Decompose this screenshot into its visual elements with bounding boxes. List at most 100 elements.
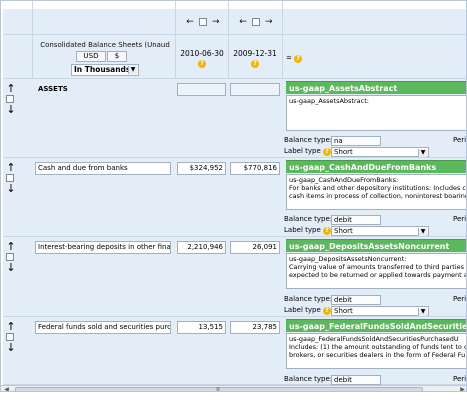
label-type-label: Label type xyxy=(284,226,321,234)
move-row-up-button[interactable]: ↑ xyxy=(4,241,18,252)
select-row-checkbox[interactable] xyxy=(6,333,14,341)
value-cell-period-2[interactable]: $770,816 xyxy=(230,162,280,175)
description-line: us-gaap_DepositsAssetsNoncurrent: xyxy=(289,255,407,263)
period-type-label: Peric xyxy=(453,136,467,144)
description-line: Includes: (1) the amount outstanding of … xyxy=(289,343,467,351)
chevron-down-icon: ▼ xyxy=(418,228,427,236)
concept-description: us-gaap_CashAndDueFromBanks: For banks a… xyxy=(286,174,467,210)
period-1-header: 2010-06-30 ? xyxy=(177,49,227,68)
statement-title: Consolidated Balance Sheets (Unaud xyxy=(40,41,170,49)
scale-dropdown[interactable]: In Thousands ▼ xyxy=(71,64,139,76)
concept-name: us-gaap_DepositsAssetsNoncurrent xyxy=(286,239,466,252)
balance-type-label: Balance type: xyxy=(284,136,333,144)
row-label[interactable]: Federal funds sold and securities purcha xyxy=(35,321,171,334)
help-icon[interactable]: ? xyxy=(251,60,259,68)
label-type-value: Short xyxy=(334,307,353,315)
value-cell-period-1[interactable]: 13,515 xyxy=(177,321,226,334)
label-type-row: Label type ?: xyxy=(284,306,333,315)
period-type-label: Peric xyxy=(453,215,467,223)
select-row-checkbox[interactable] xyxy=(6,174,14,182)
value-cell-period-1[interactable]: $324,952 xyxy=(177,162,226,175)
description-line: brokers, or securities dealers in the fo… xyxy=(289,351,466,359)
label-type-value: Short xyxy=(334,148,353,156)
label-type-value: Short xyxy=(334,227,353,235)
help-icon[interactable]: ? xyxy=(198,60,206,68)
label-type-label: Label type xyxy=(284,306,321,314)
equals-symbol: = xyxy=(286,54,292,62)
chevron-down-icon: ▼ xyxy=(128,66,137,74)
balance-type-field[interactable]: debit xyxy=(331,375,381,385)
period-2-header: 2009-12-31 ? xyxy=(230,49,280,68)
chevron-down-icon: ▼ xyxy=(418,149,427,157)
row-controls: ↑ ↓ xyxy=(4,321,18,353)
concept-name: us-gaap_CashAndDueFromBanks xyxy=(286,160,466,173)
concept-name: us-gaap_FederalFundsSoldAndSecuritiesPur… xyxy=(286,319,466,332)
move-row-down-button[interactable]: ↓ xyxy=(4,262,18,273)
balance-type-field[interactable]: debit xyxy=(331,215,381,225)
label-type-label: Label type xyxy=(284,147,321,155)
row-controls: ↑ ↓ xyxy=(4,162,18,194)
row-label[interactable]: Cash and due from banks xyxy=(35,162,171,175)
period-type-label: Peric xyxy=(453,375,467,383)
move-row-down-button[interactable]: ↓ xyxy=(4,183,18,194)
horizontal-scrollbar[interactable]: ◀ ||| ▶ xyxy=(1,385,466,391)
balance-sheet-editor: ← → ← → Consolidated Balance Sheets (Una… xyxy=(0,0,467,392)
scrollbar-thumb[interactable]: ||| xyxy=(15,387,423,391)
description-line: us-gaap_FederalFundsSoldAndSecuritiesPur… xyxy=(289,335,459,343)
help-icon[interactable]: ? xyxy=(294,55,303,63)
period-2-column-controls: ← → xyxy=(237,17,275,27)
row-label[interactable]: ASSETS xyxy=(35,83,171,96)
value-cell-period-1[interactable] xyxy=(177,83,226,96)
balance-type-field[interactable]: na xyxy=(331,136,381,146)
select-row-checkbox[interactable] xyxy=(6,253,14,261)
description-line: For banks and other depository instituti… xyxy=(289,184,467,192)
concept-description: us-gaap_DepositsAssetsNoncurrent: Carryi… xyxy=(286,253,467,289)
currency-selector[interactable]: USD xyxy=(76,51,106,62)
move-row-up-button[interactable]: ↑ xyxy=(4,162,18,173)
move-column-left-button[interactable]: ← xyxy=(237,17,249,27)
value-cell-period-2[interactable]: 26,091 xyxy=(230,241,280,254)
help-icon[interactable]: ? xyxy=(322,227,331,235)
description-line: expected to be returned or applied towar… xyxy=(289,271,467,279)
description-line: us-gaap_CashAndDueFromBanks: xyxy=(289,176,399,184)
label-type-dropdown[interactable]: Short ▼ xyxy=(331,147,429,157)
move-row-down-button[interactable]: ↓ xyxy=(4,104,18,115)
concept-name: us-gaap_AssetsAbstract xyxy=(286,81,466,94)
scroll-right-icon[interactable]: ▶ xyxy=(458,386,466,391)
scale-selected-value: In Thousands xyxy=(74,65,131,74)
value-cell-period-2[interactable] xyxy=(230,83,280,96)
balance-type-label: Balance type: xyxy=(284,215,333,223)
label-type-row: Label type ?: xyxy=(284,147,333,156)
scroll-left-icon[interactable]: ◀ xyxy=(2,386,11,391)
move-column-right-button[interactable]: → xyxy=(210,17,222,27)
select-column-checkbox[interactable] xyxy=(198,17,207,26)
move-column-left-button[interactable]: ← xyxy=(184,17,196,27)
column-controls-bar xyxy=(3,9,466,35)
help-icon[interactable]: ? xyxy=(322,148,331,156)
description-line: Carrying value of amounts transferred to… xyxy=(289,263,467,271)
row-controls: ↑ ↓ xyxy=(4,83,18,115)
label-type-dropdown[interactable]: Short ▼ xyxy=(331,306,429,316)
label-type-dropdown[interactable]: Short ▼ xyxy=(331,226,429,236)
period-1-date: 2010-06-30 xyxy=(180,49,224,58)
balance-type-field[interactable]: debit xyxy=(331,295,381,305)
value-cell-period-1[interactable]: 2,210,946 xyxy=(177,241,226,254)
move-column-right-button[interactable]: → xyxy=(263,17,275,27)
move-row-down-button[interactable]: ↓ xyxy=(4,342,18,353)
value-cell-period-2[interactable]: 23,785 xyxy=(230,321,280,334)
chevron-down-icon: ▼ xyxy=(418,308,427,316)
concept-column-header: = ? xyxy=(286,54,303,63)
row-controls: ↑ ↓ xyxy=(4,241,18,273)
description-line: cash items in process of collection, non… xyxy=(289,192,467,200)
help-icon[interactable]: ? xyxy=(322,307,331,315)
select-row-checkbox[interactable] xyxy=(6,95,14,103)
currency-symbol-selector[interactable]: $ xyxy=(107,51,127,62)
balance-type-label: Balance type: xyxy=(284,295,333,303)
row-label[interactable]: Interest-bearing deposits in other finan… xyxy=(35,241,171,254)
select-column-checkbox[interactable] xyxy=(251,17,260,26)
description-line: us-gaap_AssetsAbstract: xyxy=(289,97,369,105)
period-2-date: 2009-12-31 xyxy=(233,49,277,58)
move-row-up-button[interactable]: ↑ xyxy=(4,83,18,94)
concept-description: us-gaap_FederalFundsSoldAndSecuritiesPur… xyxy=(286,333,467,369)
move-row-up-button[interactable]: ↑ xyxy=(4,321,18,332)
